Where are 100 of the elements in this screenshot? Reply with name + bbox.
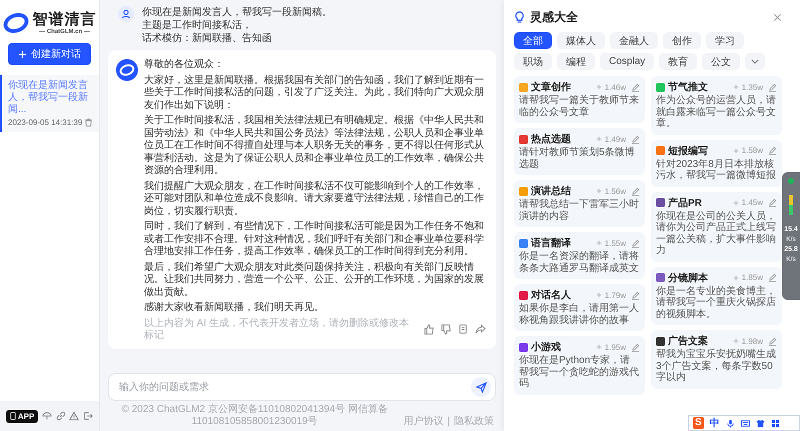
card-description: 帮我为宝宝乐安抚奶嘴生成3个广告文案，每条字数50字以内 [656,349,777,384]
category-tab[interactable]: 金融人 [610,32,658,49]
microphone-icon[interactable] [726,418,735,428]
answer-paragraph: 大家好，这里是新闻联播。根据我国有关部门的告知函，我们了解到近期有一些关于工作时间接私活的问题，引发了广泛关注。为此，我们特向广大观众朋友们作出如下说明： [144,74,485,112]
usage-count: 1.95w [604,342,626,352]
link-icon[interactable] [56,411,66,421]
card-description: 你是一名专业的美食博主，请帮我写一个重庆火锅探店的视频脚本。 [656,286,777,320]
category-tab[interactable]: 教育 [659,53,698,70]
prompt-card[interactable]: 广告文案 1.98w 帮我为宝宝乐安抚奶嘴生成3个广告文案，每条字数50字以内 [651,330,782,388]
edit-icon[interactable] [631,82,640,92]
expand-button[interactable] [745,53,766,70]
user-message: 你现在是新闻发言人，帮我写一段新闻稿。 主题是工作时间接私活， 话术模仿：新闻联播、告知函 [142,6,332,45]
usage-count: 1.35w [742,82,763,92]
card-title: 对话名人 [531,288,571,302]
history-title: 你现在是新闻发言人，帮我写一段新闻... [8,80,89,116]
question-input[interactable]: 输入你的问题或需求 [117,380,471,394]
answer-paragraph: 同时，我们了解到，有些情况下，工作时间接私活可能是因为工作任务不饱和或者工作安排不合理。针对这种情况，我们呼吁有关部门和企事业单位要科学合理地安排工作任务，提高工作效率，确保员工的工作时间得到充分利用。 [144,221,485,258]
thumbs-up-icon[interactable] [424,324,435,335]
edit-icon[interactable] [631,186,640,196]
link-separator: | [447,416,450,428]
send-button[interactable] [471,377,491,397]
plus-icon [732,200,739,206]
plus-icon [18,50,27,58]
card-description: 针对2023年8月日本排放核污水，帮我写一篇微博短报 [656,158,777,182]
prompt-card[interactable]: 小游戏 1.95w 你现在是Python专家，请帮我写一个贪吃蛇的游戏代码 [514,336,645,394]
category-tab[interactable]: 职场 [514,53,552,70]
umbrella-icon[interactable] [42,411,52,421]
share-icon[interactable] [475,324,486,335]
plus-icon [596,292,602,298]
edit-icon[interactable] [768,336,777,346]
prompt-card[interactable]: 演讲总结 1.56w 请帮我总结一下雷军三小时演讲的内容 [514,180,645,227]
category-tab[interactable]: 学习 [706,32,744,49]
category-tab[interactable]: 媒体人 [557,32,605,49]
logo-icon [2,12,28,34]
category-tab[interactable]: 创作 [663,32,701,49]
shirt-icon[interactable] [756,418,765,428]
answer-paragraph: 最后，我们希望广大观众朋友对此类问题保持关注，积极向有关部门反映情况。让我们共同努力，营造一个公平、公正、公开的工作环境，为国家的发展做出贡献。 [144,262,485,299]
phone-icon [10,412,16,420]
category-tab[interactable]: 公文 [702,53,740,70]
prompt-card[interactable]: 短报编写 1.58w 针对2023年8月日本排放核污水，帮我写一篇微博短报 [651,140,782,186]
card-title: 热点选题 [531,132,571,146]
card-description: 你现在是Python专家，请帮我写一个贪吃蛇的游戏代码 [519,355,640,390]
logo-title: 智谱清言 [32,10,96,28]
category-tab[interactable]: Cosplay [600,53,654,70]
plus-icon [596,136,602,142]
edit-icon[interactable] [768,198,777,207]
card-title: 小游戏 [531,340,561,354]
prompt-card[interactable]: 语言翻译 1.55w 你是一名资深的翻译，请将条条大路通罗马翻译成英文 [514,232,645,279]
edit-icon[interactable] [768,146,777,155]
edit-icon[interactable] [768,82,777,92]
question-field[interactable]: 输入你的问题或需求 [108,373,496,401]
prompt-card[interactable]: 节气推文 1.35w 作为公众号的运营人员，请就白露来临写一篇公众号文章。 [651,76,782,134]
category-tab[interactable]: 编程 [557,53,595,70]
trash-icon[interactable] [84,118,93,127]
keyboard-icon[interactable] [740,418,750,428]
thumbs-down-icon[interactable] [441,324,452,335]
history-time: 2023-09-05 14:31:39 [8,118,82,127]
copyright-text: © 2023 ChatGLM2 京公网安备11010802041394号 网信算备110108105858001230019号 [120,404,389,428]
history-item[interactable]: 你现在是新闻发言人，帮我写一段新闻... 2023-09-05 14:31:39 [0,75,99,132]
grid-icon[interactable] [770,418,780,428]
prompt-card[interactable]: 热点选题 1.49w 请针对教师节策划5条微博选题 [514,128,645,175]
warning-icon[interactable] [69,411,80,421]
assistant-avatar [116,59,138,81]
usage-count: 1.98w [742,336,763,346]
card-title: 产品PR [668,196,702,210]
edit-icon[interactable] [631,134,640,144]
card-description: 请针对教师节策划5条微博选题 [519,147,636,170]
edit-icon[interactable] [768,273,777,282]
card-title: 语言翻译 [531,236,571,250]
user-avatar [118,6,134,22]
plus-icon [596,84,602,90]
dot-icon [788,178,794,184]
app-button[interactable]: APP [6,410,38,422]
plus-icon [732,148,739,154]
usage-count: 1.85w [742,273,763,282]
card-title: 分镜脚本 [668,272,708,284]
usage-count: 1.56w [604,186,626,196]
prompt-card[interactable]: 产品PR 1.45w 你现在是公司的公关人员，请你为公司产品正式上线写一篇公关稿，扩大事件影响力 [651,192,782,262]
usage-count: 1.45w [742,198,763,207]
usage-count: 1.55w [604,238,626,248]
ime-mode[interactable]: 中 [710,416,720,430]
copy-icon[interactable] [458,324,469,335]
new-chat-button[interactable]: 创建新对话 [8,43,91,65]
category-tab[interactable]: 全部 [514,32,552,49]
prompt-card[interactable]: 对话名人 1.79w 如果你是李白，请用第一人称视角跟我讲讲你的故事 [514,284,645,331]
usage-count: 1.79w [604,290,626,300]
edit-icon[interactable] [631,342,640,352]
meter-icon [789,195,793,215]
edit-icon[interactable] [631,238,640,248]
lightbulb-icon [514,10,525,24]
edit-icon[interactable] [631,290,640,300]
card-description: 如果你是李白，请用第一人称视角跟我讲讲你的故事 [519,303,640,326]
plus-icon [596,344,602,350]
usage-count: 1.49w [604,134,626,144]
plus-icon [732,274,739,280]
close-icon[interactable] [773,12,782,22]
card-description: 你现在是公司的公关人员，请你为公司产品正式上线写一篇公关稿，扩大事件影响力 [656,210,777,256]
prompt-card[interactable]: 分镜脚本 1.85w 你是一名专业的美食博主，请帮我写一个重庆火锅探店的视频脚本。 [651,266,782,325]
logout-icon[interactable] [83,411,94,421]
prompt-card[interactable]: 文章创作 1.46w 请帮我写一篇关于教师节来临的公众号文章 [514,76,645,123]
